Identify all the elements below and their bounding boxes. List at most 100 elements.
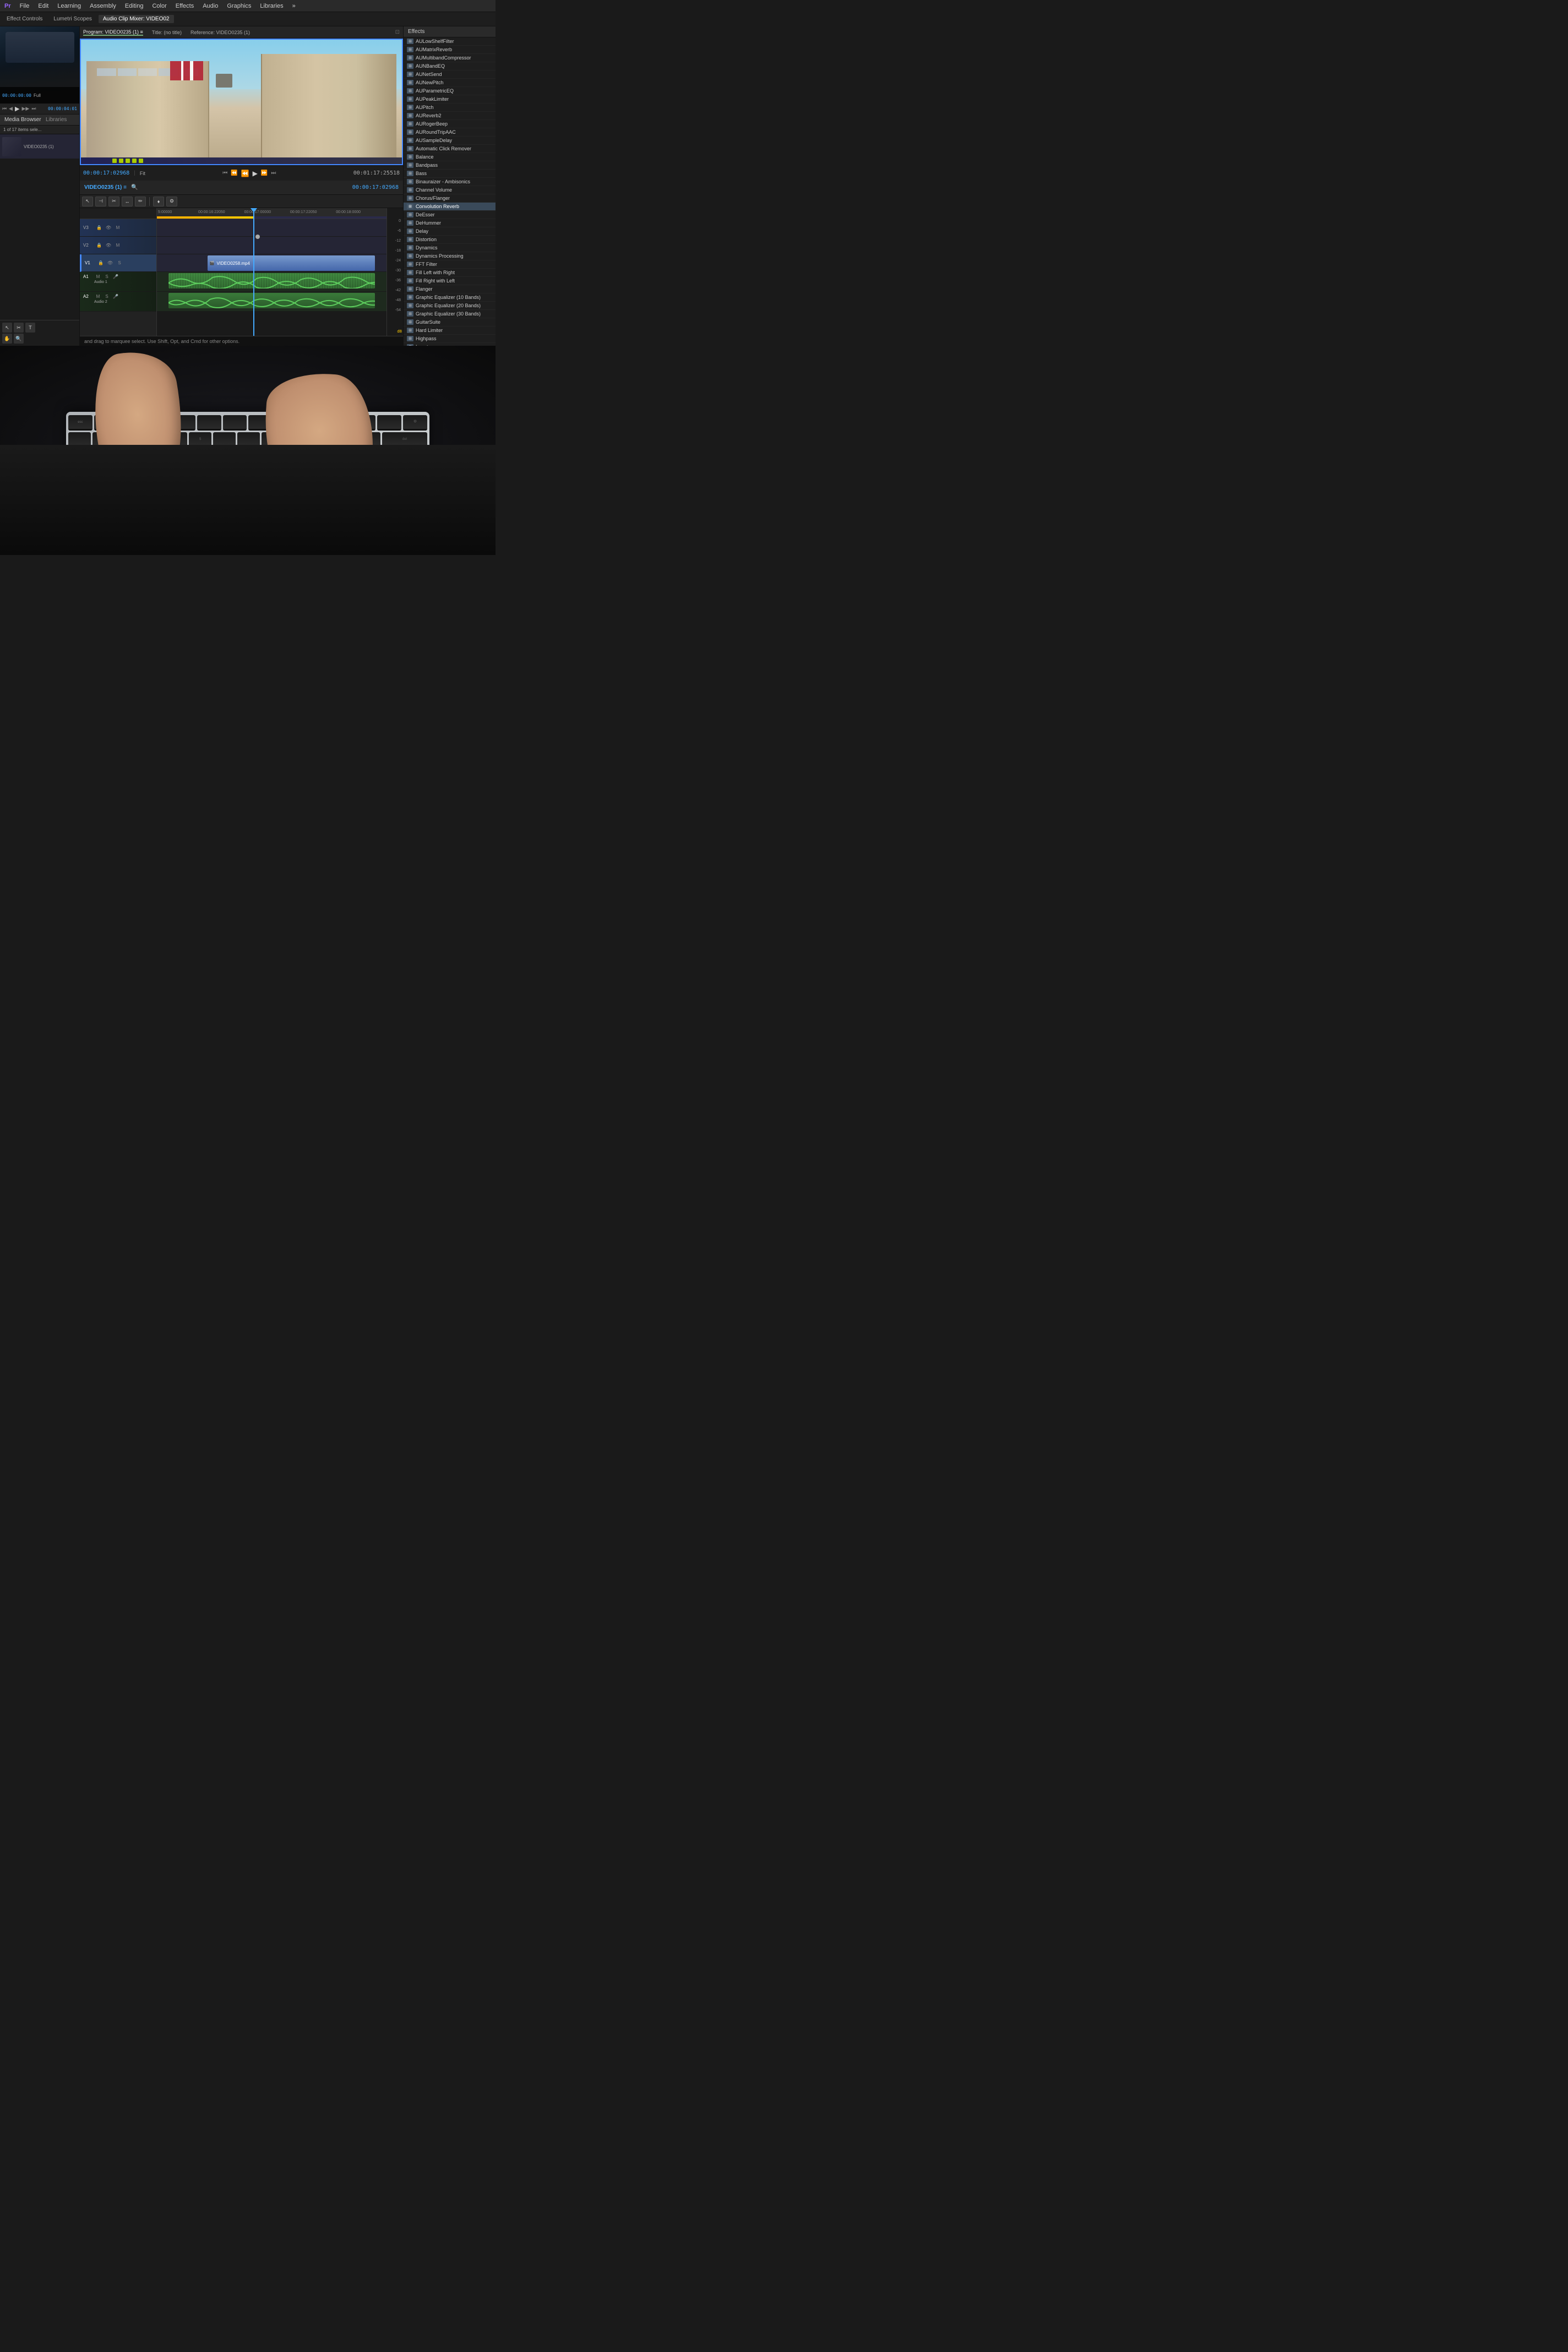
- effect-item-16[interactable]: ⊞Bass: [404, 170, 496, 178]
- effect-item-25[interactable]: ⊞Dynamics: [404, 244, 496, 252]
- go-end-monitor[interactable]: ⏭: [271, 170, 276, 176]
- menu-item-editing[interactable]: Editing: [125, 3, 144, 9]
- media-list[interactable]: VIDEO0235 (1): [0, 134, 79, 320]
- v3-lock[interactable]: 🔒: [95, 225, 103, 230]
- effect-item-20[interactable]: ⊞Convolution Reverb: [404, 203, 496, 211]
- effect-item-27[interactable]: ⊞FFT Filter: [404, 260, 496, 269]
- play-monitor[interactable]: ▶: [253, 170, 258, 177]
- menu-item-audio[interactable]: Audio: [203, 3, 218, 9]
- v2-eye[interactable]: 👁: [105, 243, 112, 248]
- effect-item-33[interactable]: ⊞Graphic Equalizer (30 Bands): [404, 310, 496, 318]
- step-fwd[interactable]: ⏩: [261, 170, 268, 176]
- a1-mic[interactable]: 🎤: [112, 274, 119, 279]
- v1-lock[interactable]: 🔒: [97, 260, 105, 265]
- step-back[interactable]: ⏪: [231, 170, 237, 176]
- audio-clip-a1[interactable]: [168, 273, 375, 288]
- effect-item-19[interactable]: ⊞Chorus/Flanger: [404, 194, 496, 203]
- effect-item-18[interactable]: ⊞Channel Volume: [404, 186, 496, 194]
- effect-item-13[interactable]: ⊞Automatic Click Remover: [404, 145, 496, 153]
- menu-item-libraries[interactable]: Libraries: [260, 3, 283, 9]
- razor-tool-tl[interactable]: ✂: [108, 197, 119, 206]
- effect-item-17[interactable]: ⊞Binauraizer - Ambisonics: [404, 178, 496, 186]
- a2-m[interactable]: M: [94, 294, 102, 299]
- menu-item-color[interactable]: Color: [152, 3, 166, 9]
- maximize-btn[interactable]: ⊡: [395, 29, 400, 35]
- effect-item-24[interactable]: ⊞Distortion: [404, 236, 496, 244]
- effect-item-10[interactable]: ⊞AURogerBeep: [404, 120, 496, 128]
- track-row-a1[interactable]: [157, 272, 386, 292]
- a1-s[interactable]: S: [103, 274, 111, 279]
- key-esc[interactable]: esc: [68, 415, 92, 431]
- lift-tool[interactable]: ↖: [82, 197, 93, 206]
- menu-item-learning[interactable]: Learning: [57, 3, 81, 9]
- effect-item-6[interactable]: ⊞AUParametricEQ: [404, 87, 496, 95]
- v2-m[interactable]: M: [114, 243, 122, 248]
- effect-item-30[interactable]: ⊞Flanger: [404, 285, 496, 293]
- effect-item-14[interactable]: ⊞Balance: [404, 153, 496, 161]
- effect-item-12[interactable]: ⊞AUSampleDelay: [404, 137, 496, 145]
- effect-item-8[interactable]: ⊞AUPitch: [404, 104, 496, 112]
- effect-item-31[interactable]: ⊞Graphic Equalizer (10 Bands): [404, 293, 496, 302]
- go-end-btn[interactable]: ⏭: [31, 106, 36, 112]
- go-start-btn[interactable]: ⏮: [2, 106, 7, 112]
- effect-item-26[interactable]: ⊞Dynamics Processing: [404, 252, 496, 260]
- effect-item-5[interactable]: ⊞AUNewPitch: [404, 79, 496, 87]
- effect-item-0[interactable]: ⊞AULowShelfFilter: [404, 37, 496, 46]
- selection-tool[interactable]: ↖: [2, 323, 12, 333]
- a2-s[interactable]: S: [103, 294, 111, 299]
- play-fwd-btn[interactable]: ▶▶: [22, 106, 30, 112]
- play-btn[interactable]: ▶: [15, 105, 19, 112]
- zoom-level[interactable]: Fit: [140, 171, 145, 176]
- a1-m[interactable]: M: [94, 274, 102, 279]
- track-content[interactable]: 5:00000 00:00:16:22050 00:00:17:00000 00…: [157, 208, 386, 336]
- a2-mic[interactable]: 🎤: [112, 294, 119, 299]
- track-row-v2[interactable]: [157, 237, 386, 254]
- go-start-monitor[interactable]: ⏮: [222, 170, 227, 176]
- track-row-v3[interactable]: [157, 219, 386, 237]
- settings[interactable]: ⚙: [166, 197, 177, 206]
- play-stop[interactable]: ⏪: [241, 170, 249, 177]
- v1-eye[interactable]: 👁: [106, 260, 114, 265]
- effect-item-35[interactable]: ⊞Hard Limiter: [404, 326, 496, 335]
- effect-item-36[interactable]: ⊞Highpass: [404, 335, 496, 343]
- effect-item-4[interactable]: ⊞AUNetSend: [404, 70, 496, 79]
- key-f5[interactable]: [197, 415, 221, 431]
- effect-item-1[interactable]: ⊞AUMatrixReverb: [404, 46, 496, 54]
- tab-lumetri[interactable]: Lumetri Scopes: [49, 15, 96, 23]
- track-row-a2[interactable]: [157, 292, 386, 312]
- pen-tool[interactable]: ✏: [135, 197, 146, 206]
- track-row-v1[interactable]: 🎬 VIDEO0258.mp4: [157, 254, 386, 272]
- menu-item-edit[interactable]: Edit: [38, 3, 48, 9]
- effect-item-11[interactable]: ⊞AURoundTripAAC: [404, 128, 496, 137]
- v3-m[interactable]: M: [114, 225, 122, 230]
- effect-item-34[interactable]: ⊞GuitarSuite: [404, 318, 496, 326]
- effect-item-21[interactable]: ⊞DeEsser: [404, 211, 496, 219]
- menu-item-assembly[interactable]: Assembly: [90, 3, 116, 9]
- hand-tool[interactable]: ✋: [2, 334, 12, 344]
- v1-s[interactable]: S: [116, 260, 123, 265]
- effect-item-29[interactable]: ⊞Fill Right with Left: [404, 277, 496, 285]
- key-f12[interactable]: [377, 415, 401, 431]
- text-tool[interactable]: T: [25, 323, 35, 333]
- tab-audio-clip-mixer[interactable]: Audio Clip Mixer: VIDEO02: [99, 15, 174, 23]
- play-back-btn[interactable]: ◀: [9, 106, 13, 112]
- key-f6[interactable]: [223, 415, 247, 431]
- effect-item-28[interactable]: ⊞Fill Left with Right: [404, 269, 496, 277]
- menu-item-file[interactable]: File: [20, 3, 30, 9]
- effect-item-23[interactable]: ⊞Delay: [404, 227, 496, 236]
- effect-item-3[interactable]: ⊞AUNBandEQ: [404, 62, 496, 70]
- menu-item-more[interactable]: »: [292, 3, 296, 9]
- slip-tool[interactable]: ↔: [122, 197, 133, 206]
- add-marker[interactable]: ♦: [153, 197, 164, 206]
- playhead[interactable]: [253, 208, 254, 336]
- tab-effect-controls[interactable]: Effect Controls: [2, 15, 47, 23]
- effect-item-9[interactable]: ⊞AUReverb2: [404, 112, 496, 120]
- effect-item-2[interactable]: ⊞AUMultibandCompressor: [404, 54, 496, 62]
- menu-item-graphics[interactable]: Graphics: [227, 3, 251, 9]
- effect-item-22[interactable]: ⊞DeHummer: [404, 219, 496, 227]
- effect-item-7[interactable]: ⊞AUPeakLimiter: [404, 95, 496, 104]
- v3-eye[interactable]: 👁: [105, 225, 112, 230]
- media-list-item[interactable]: VIDEO0235 (1): [0, 134, 79, 159]
- effect-item-15[interactable]: ⊞Bandpass: [404, 161, 496, 170]
- ripple-tool[interactable]: ⊣: [95, 197, 106, 206]
